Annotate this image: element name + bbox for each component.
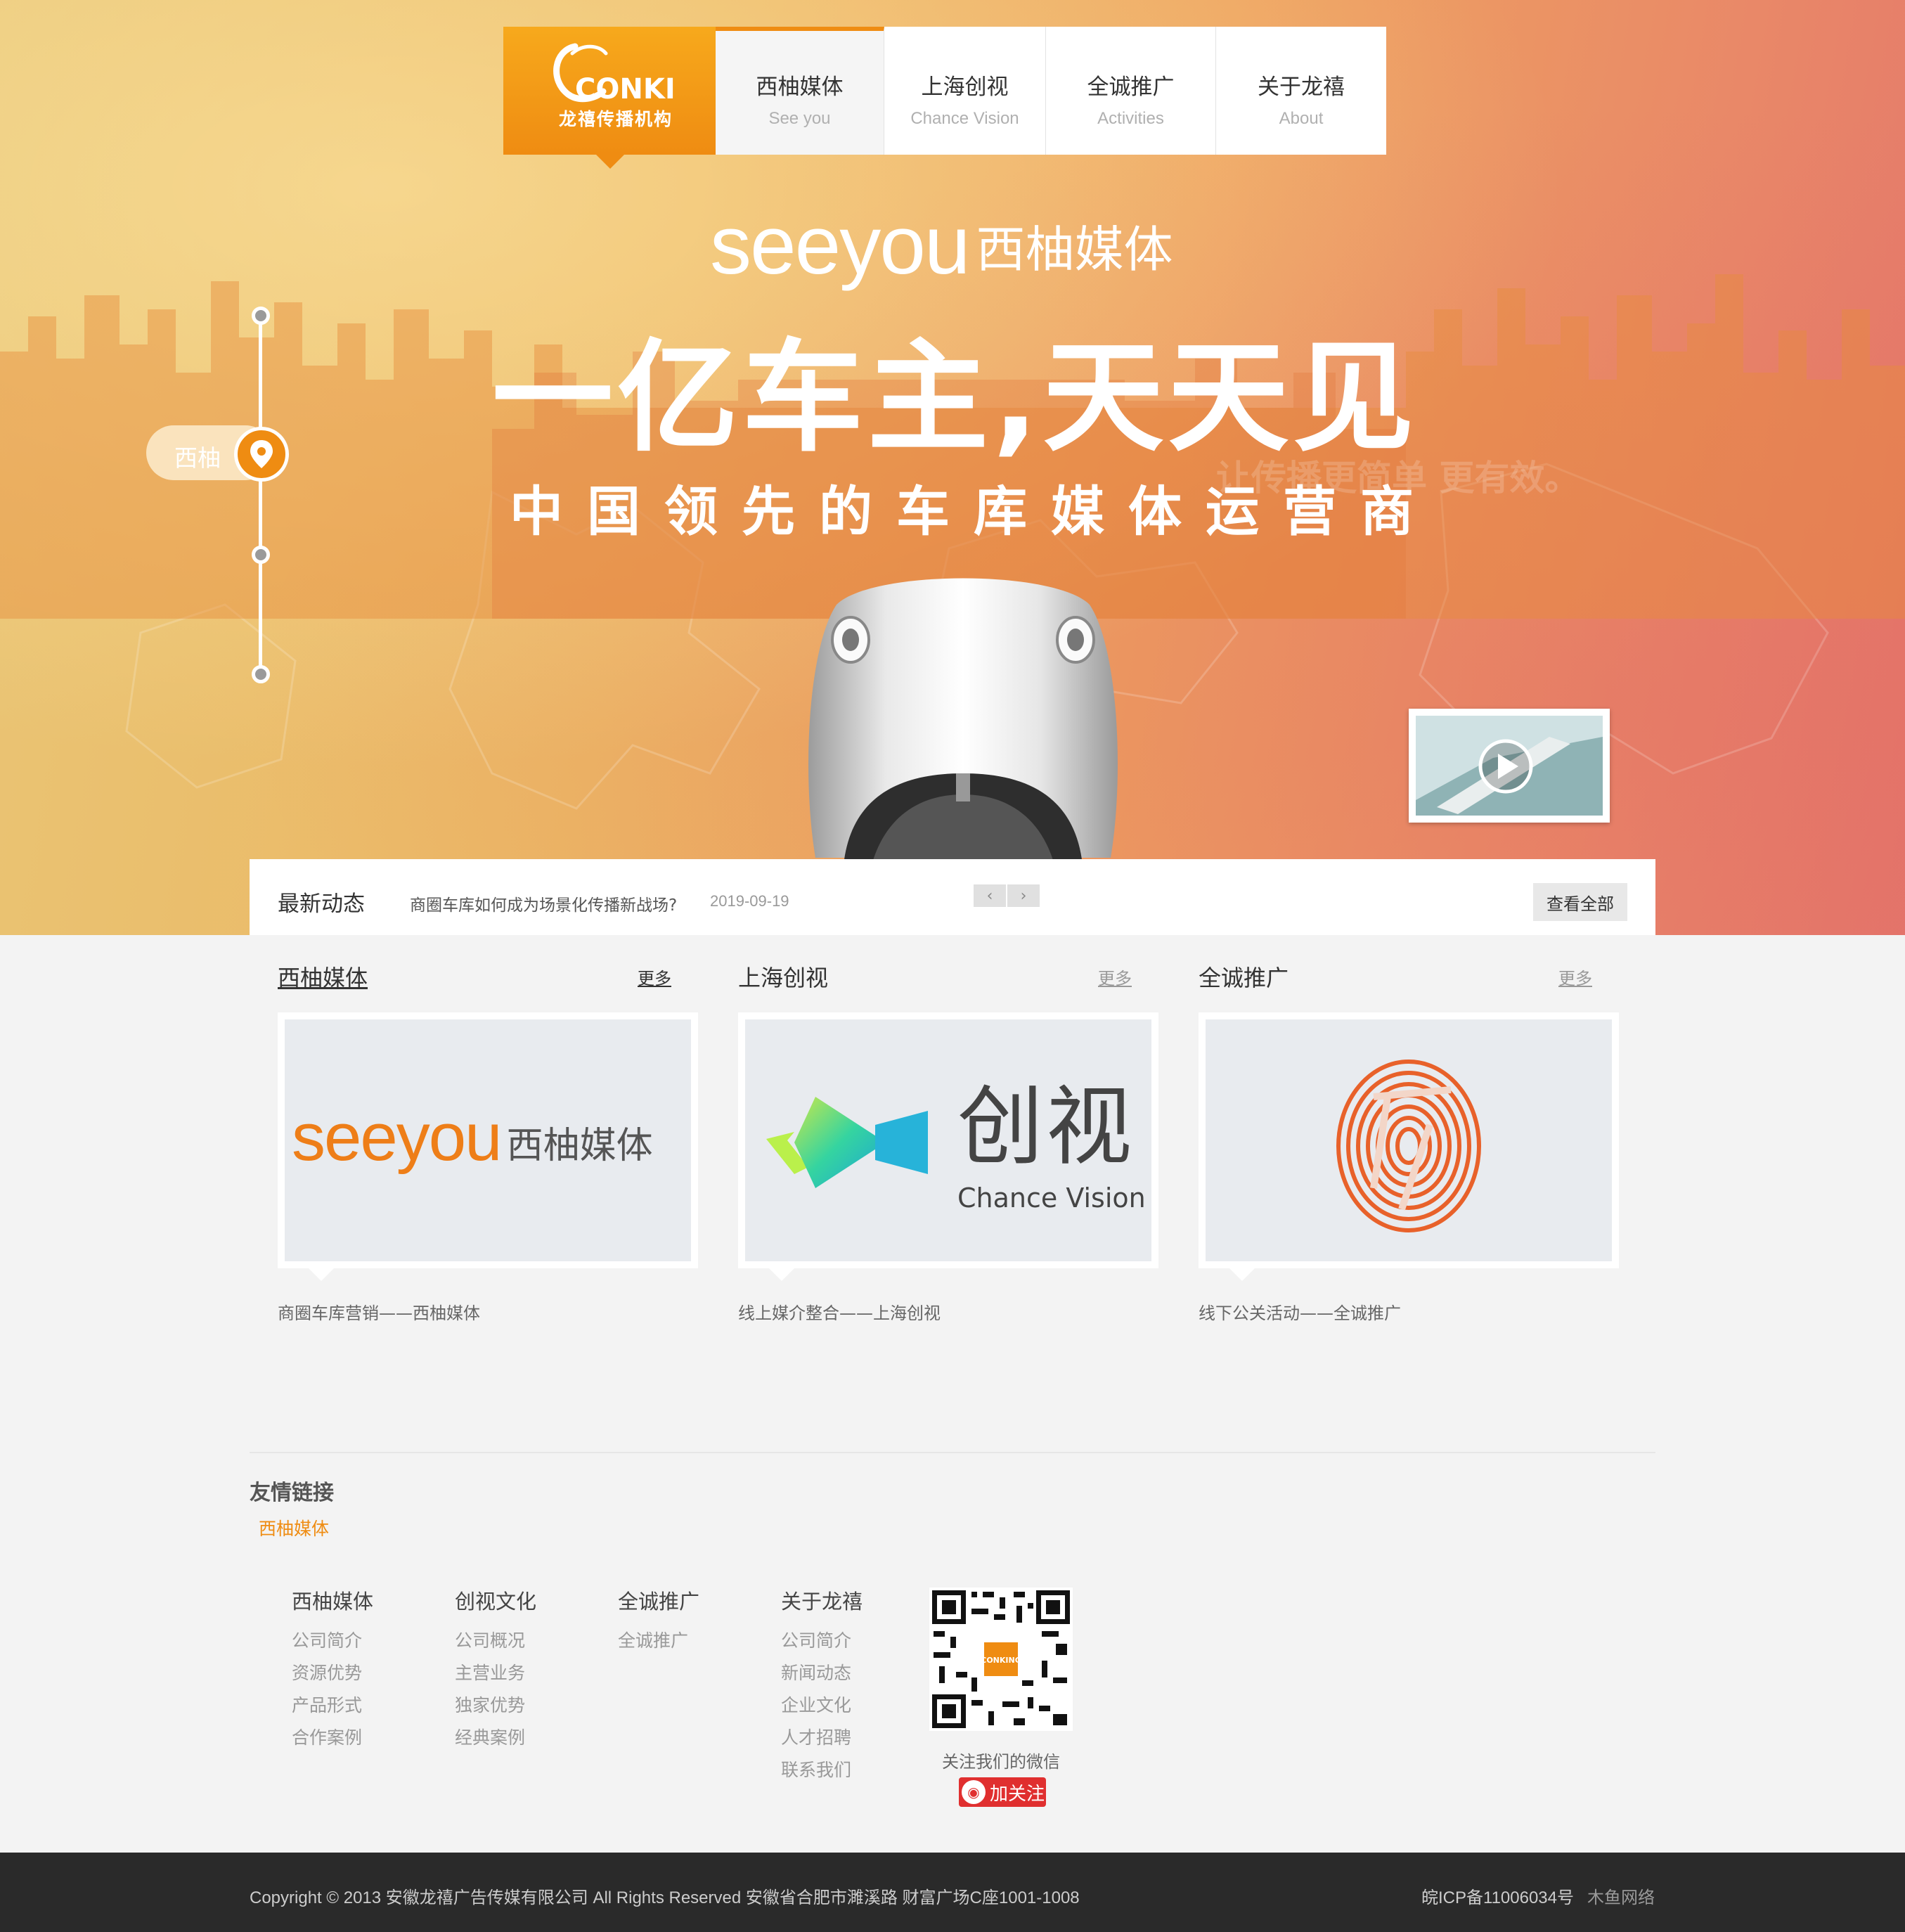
timeline-dot[interactable] (252, 546, 270, 564)
icp-number[interactable]: 皖ICP备11006034号 (1421, 1883, 1574, 1908)
chance-vision-logo-en: Chance Vision (957, 1183, 1146, 1213)
footer-column-title: 创视文化 (455, 1590, 537, 1614)
video-thumbnail[interactable] (1409, 709, 1610, 823)
footer-link[interactable]: 人才招聘 (781, 1729, 922, 1747)
conking-logo-icon: CONKING (553, 43, 673, 105)
footer-column-activities: 全诚推广 全诚推广 (618, 1585, 758, 1664)
footer-link[interactable]: 产品形式 (292, 1696, 432, 1715)
footer-bar: Copyright © 2013 安徽龙禧广告传媒有限公司 All Rights… (0, 1853, 1905, 1932)
column-header: 全诚推广 更多 (1199, 960, 1592, 993)
friend-links-title: 友情链接 (250, 1481, 334, 1505)
weibo-follow-label: 加关注 (990, 1783, 1045, 1805)
timeline (246, 302, 274, 683)
chevron-left-icon[interactable]: ‹ (974, 884, 1006, 907)
wechat-qr-code: CONKING (929, 1588, 1073, 1731)
nav-item-seeyou[interactable]: 西柚媒体 See you (716, 27, 884, 155)
footer-column-title: 西柚媒体 (292, 1590, 374, 1614)
fingerprint-icon (1336, 1060, 1481, 1232)
site-maker-link[interactable]: 木鱼网络 (1587, 1883, 1655, 1908)
footer-link[interactable]: 独家优势 (455, 1696, 595, 1715)
news-bar: 最新动态 商圈车库如何成为场景化传播新战场? 2019-09-19 ‹ › 查看… (250, 859, 1655, 935)
column-title[interactable]: 全诚推广 (1199, 965, 1289, 991)
footer-column-title: 关于龙禧 (781, 1590, 863, 1614)
timeline-dot[interactable] (252, 307, 270, 325)
column-title[interactable]: 上海创视 (738, 965, 828, 991)
column-header: 上海创视 更多 (738, 960, 1132, 993)
chance-vision-arrow-icon (766, 1097, 928, 1188)
copyright-text: Copyright © 2013 安徽龙禧广告传媒有限公司 All Rights… (250, 1888, 1080, 1907)
nav-item-about[interactable]: 关于龙禧 About (1216, 27, 1386, 155)
news-item-date: 2019-09-19 (710, 892, 789, 910)
hero-brand: seeyou 西柚媒体 (710, 204, 1173, 287)
nav-item-sublabel: About (1279, 109, 1324, 128)
column-caption: 线上媒介整合——上海创视 (738, 1303, 941, 1323)
more-link[interactable]: 更多 (1558, 965, 1592, 989)
logo[interactable]: CONKING 龙禧传播机构 (503, 27, 716, 169)
nav-item-label: 全诚推广 (1087, 75, 1175, 100)
footer-link[interactable]: 公司概况 (455, 1632, 595, 1650)
main-nav: CONKING 龙禧传播机构 西柚媒体 See you 上海创视 Chance … (503, 27, 1386, 169)
timeline-track (259, 316, 262, 675)
footer-link[interactable]: 经典案例 (455, 1729, 595, 1747)
footer-column-chuangshi: 创视文化 公司概况 主营业务 独家优势 经典案例 (455, 1585, 595, 1761)
news-item-link[interactable]: 商圈车库如何成为场景化传播新战场? (410, 891, 677, 915)
news-title: 最新动态 (278, 891, 365, 917)
nav-item-label: 关于龙禧 (1258, 75, 1345, 100)
column-card[interactable]: seeyou 西柚媒体 (278, 1012, 698, 1281)
footer-column-seeyou: 西柚媒体 公司简介 资源优势 产品形式 合作案例 (292, 1585, 432, 1761)
column-card[interactable]: 创视 Chance Vision (738, 1012, 1158, 1281)
column-header: 西柚媒体 更多 (278, 960, 671, 993)
footer-link[interactable]: 新闻动态 (781, 1664, 922, 1682)
chance-vision-logo: 创视 Chance Vision (745, 1019, 1151, 1261)
nav-item-label: 上海创视 (921, 75, 1009, 100)
footer-link[interactable]: 主营业务 (455, 1664, 595, 1682)
logo-text: 龙禧传播机构 (558, 109, 673, 129)
more-link[interactable]: 更多 (638, 965, 671, 989)
weibo-follow-button[interactable]: ◉ 加关注 (959, 1777, 1046, 1807)
wechat-label: 关注我们的微信 (942, 1752, 1060, 1772)
nav-item-label: 西柚媒体 (756, 75, 844, 100)
column-caption: 线下公关活动——全诚推广 (1199, 1303, 1401, 1323)
chance-vision-logo-cn: 创视 (957, 1077, 1135, 1177)
content-section: 西柚媒体 更多 seeyou 西柚媒体 商圈车库营销——西柚媒体 上海创视 更多 (250, 935, 1655, 1453)
column-title[interactable]: 西柚媒体 (278, 965, 368, 991)
nav-item-sublabel: Activities (1097, 109, 1164, 128)
hero-subslogan: 中国领先的车库媒体运营商 (510, 480, 1438, 543)
nav-item-activities[interactable]: 全诚推广 Activities (1046, 27, 1216, 155)
seeyou-logo-cn: 西柚媒体 (506, 1125, 653, 1167)
seeyou-logo: seeyou 西柚媒体 (285, 1019, 691, 1261)
friend-link[interactable]: 西柚媒体 (259, 1515, 329, 1540)
timeline-dot[interactable] (252, 665, 270, 683)
more-link[interactable]: 更多 (1098, 965, 1132, 989)
news-pager: ‹ › (974, 884, 1041, 907)
svg-text:CONKING: CONKING (575, 73, 673, 105)
hero-banner: CONKING 龙禧传播机构 西柚媒体 See you 上海创视 Chance … (0, 0, 1905, 935)
seeyou-logo-en: seeyou (292, 1100, 503, 1175)
view-all-button[interactable]: 查看全部 (1533, 883, 1627, 921)
nav-item-chance-vision[interactable]: 上海创视 Chance Vision (884, 27, 1046, 155)
footer-link[interactable]: 合作案例 (292, 1729, 432, 1747)
footer-link[interactable]: 联系我们 (781, 1761, 922, 1779)
nav-item-sublabel: See you (768, 109, 831, 128)
car-image (808, 578, 1118, 865)
hero-brand-cn: 西柚媒体 (976, 221, 1173, 278)
footer-link[interactable]: 资源优势 (292, 1664, 432, 1682)
column-card[interactable] (1199, 1012, 1619, 1281)
timeline-current-label: 西柚 (174, 444, 221, 472)
chevron-right-icon[interactable]: › (1007, 884, 1040, 907)
weibo-icon: ◉ (962, 1780, 986, 1804)
footer-link[interactable]: 企业文化 (781, 1696, 922, 1715)
fingerprint-logo (1206, 1019, 1612, 1261)
svg-text:CONKING: CONKING (981, 1656, 1021, 1665)
hero-brand-en: seeyou (710, 199, 971, 292)
column-caption: 商圈车库营销——西柚媒体 (278, 1303, 480, 1323)
footer-link[interactable]: 公司简介 (292, 1632, 432, 1650)
footer-link[interactable]: 公司简介 (781, 1632, 922, 1650)
footer-link[interactable]: 全诚推广 (618, 1632, 758, 1650)
footer-column-about: 关于龙禧 公司简介 新闻动态 企业文化 人才招聘 联系我们 (781, 1585, 922, 1793)
nav-item-sublabel: Chance Vision (910, 109, 1019, 128)
location-pin-icon[interactable] (234, 427, 289, 482)
hero-slogan: 一亿车主,天天见 (492, 327, 1419, 468)
footer-column-title: 全诚推广 (618, 1590, 700, 1614)
